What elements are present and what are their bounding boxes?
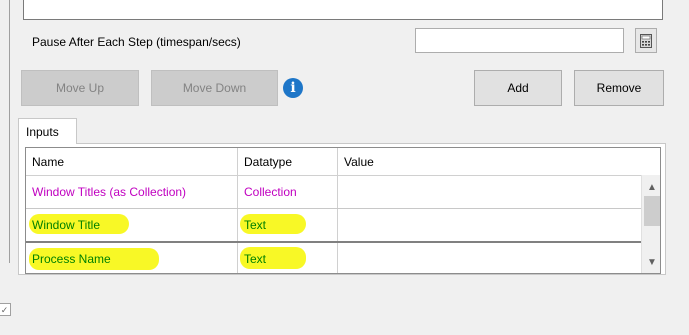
pause-step-input[interactable]: [415, 28, 624, 53]
row-value-cell[interactable]: [338, 209, 641, 241]
row-name-text: Window Titles (as Collection): [32, 185, 187, 199]
calculator-icon: [640, 33, 652, 48]
row-value-cell[interactable]: [338, 243, 641, 273]
column-header-value[interactable]: Value: [338, 148, 641, 175]
grid-scrollbar[interactable]: ▲ ▼: [641, 175, 660, 273]
remove-button[interactable]: Remove: [574, 70, 664, 106]
row-datatype-cell[interactable]: Text: [238, 243, 338, 273]
row-name-cell[interactable]: Window Titles (as Collection): [26, 176, 238, 208]
column-header-datatype[interactable]: Datatype: [238, 148, 338, 175]
row-datatype-text: Text: [244, 218, 267, 232]
row-value-cell[interactable]: [338, 176, 641, 208]
column-header-name[interactable]: Name: [26, 148, 238, 175]
row-datatype-cell[interactable]: Collection: [238, 176, 338, 208]
scroll-down-icon[interactable]: ▼: [642, 252, 660, 272]
row-name-text: Window Title: [32, 218, 101, 232]
tab-inputs[interactable]: Inputs: [18, 118, 77, 144]
table-row[interactable]: Window Titles (as Collection) Collection: [26, 176, 641, 209]
calculator-button[interactable]: [635, 28, 657, 53]
scroll-thumb[interactable]: [644, 196, 660, 226]
row-name-text: Process Name: [32, 252, 111, 266]
scroll-up-icon[interactable]: ▲: [642, 177, 660, 197]
row-datatype-text: Collection: [244, 185, 297, 199]
grid-header: Name Datatype Value: [26, 148, 641, 176]
top-text-field[interactable]: [23, 0, 663, 20]
move-down-button[interactable]: Move Down: [151, 70, 278, 106]
add-button[interactable]: Add: [474, 70, 562, 106]
left-panel-border: [9, 0, 10, 263]
pause-step-label: Pause After Each Step (timespan/secs): [32, 35, 241, 49]
info-icon[interactable]: i: [283, 78, 303, 98]
table-row[interactable]: Window Title Text: [26, 209, 641, 243]
row-datatype-cell[interactable]: Text: [238, 209, 338, 241]
inputs-grid: Name Datatype Value Window Titles (as Co…: [25, 147, 661, 274]
table-row[interactable]: Process Name Text: [26, 243, 641, 273]
row-name-cell[interactable]: Process Name: [26, 243, 238, 273]
move-up-button[interactable]: Move Up: [21, 70, 139, 106]
chevron-down-icon[interactable]: ✓: [0, 303, 11, 316]
row-name-cell[interactable]: Window Title: [26, 209, 238, 241]
row-datatype-text: Text: [244, 252, 267, 266]
